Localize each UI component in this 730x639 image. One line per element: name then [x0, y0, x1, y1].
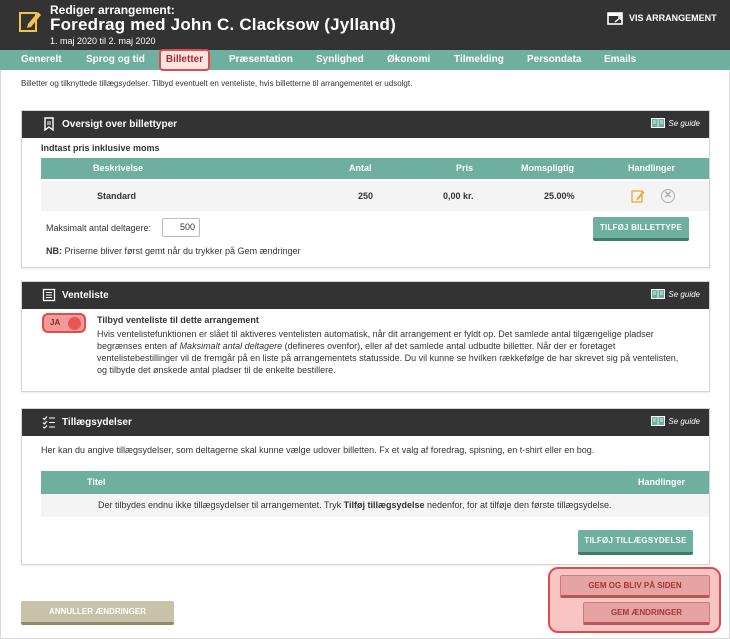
guide-label: Se guide — [668, 416, 700, 426]
table-row: Standard 250 0,00 kr. 25.00% ✕ — [41, 181, 709, 211]
book-icon — [651, 416, 666, 426]
list-icon — [42, 288, 56, 302]
panel-title: Oversigt over billettyper — [62, 119, 178, 130]
empty-text-1: Der tilbydes endnu ikke tillægsydelser t… — [98, 500, 344, 510]
addons-table-header: Titel Handlinger — [41, 471, 709, 494]
checklist-icon — [42, 416, 55, 429]
col-momspligtig: Momspligtig — [521, 163, 574, 173]
waitlist-toggle[interactable]: JA — [42, 313, 86, 333]
waitlist-text-em: Maksimalt antal deltagere — [179, 341, 283, 351]
tab-bar: Generelt Sprog og tid Billetter Præsenta… — [0, 49, 730, 71]
view-event-button[interactable]: VIS ARRANGEMENT — [607, 11, 717, 25]
note-text: Priserne bliver først gemt når du trykke… — [62, 246, 301, 256]
waitlist-description: Hvis ventelistefunktionen er slået til a… — [97, 328, 687, 376]
edit-note-icon — [19, 12, 41, 32]
panel-header: Tillægsydelser Se guide — [22, 409, 709, 436]
col-titel: Titel — [87, 477, 106, 487]
addons-panel: Tillægsydelser Se guide Her kan du angiv… — [21, 408, 710, 565]
cancel-changes-button[interactable]: ANNULLER ÆNDRINGER — [21, 601, 174, 625]
edit-icon[interactable] — [631, 189, 645, 203]
ticket-description: Standard — [97, 191, 137, 201]
add-ticket-type-button[interactable]: TILFØJ BILLETTYPE — [593, 217, 689, 241]
ticket-vat: 25.00% — [544, 191, 575, 201]
guide-link[interactable]: Se guide — [651, 289, 700, 299]
col-antal: Antal — [349, 163, 372, 173]
external-window-icon — [607, 12, 623, 25]
price-subhead: Indtast pris inklusive moms — [41, 143, 160, 153]
delete-icon[interactable]: ✕ — [661, 189, 675, 203]
price-note: NB: Priserne bliver først gemt når du tr… — [46, 246, 301, 256]
book-icon — [651, 289, 666, 299]
empty-text-2: nedenfor, for at tilføje den første till… — [424, 500, 612, 510]
guide-link[interactable]: Se guide — [651, 118, 700, 128]
book-icon — [651, 118, 666, 128]
event-dates: 1. maj 2020 til 2. maj 2020 — [50, 36, 156, 46]
tab-oekonomi[interactable]: Økonomi — [387, 50, 430, 70]
guide-link[interactable]: Se guide — [651, 416, 700, 426]
tab-generelt[interactable]: Generelt — [21, 50, 62, 70]
page-header: Rediger arrangement: Foredrag med John C… — [0, 0, 730, 50]
save-buttons-group: GEM OG BLIV PÅ SIDEN GEM ÆNDRINGER — [548, 567, 721, 633]
max-participants-input[interactable]: 500 — [162, 218, 200, 237]
toggle-label: JA — [50, 318, 61, 327]
col-handlinger: Handlinger — [628, 163, 676, 173]
save-and-stay-button[interactable]: GEM OG BLIV PÅ SIDEN — [560, 575, 710, 598]
tab-sprog-og-tid[interactable]: Sprog og tid — [86, 50, 145, 70]
ticket-price: 0,00 kr. — [443, 191, 474, 201]
empty-text-bold: Tilføj tillægsydelse — [343, 500, 425, 510]
ticket-quantity: 250 — [358, 191, 374, 201]
tab-praesentation[interactable]: Præsentation — [229, 50, 293, 70]
col-beskrivelse: Beskrivelse — [93, 163, 144, 173]
panel-header: Oversigt over billettyper Se guide — [22, 111, 709, 138]
ticket-types-panel: Oversigt over billettyper Se guide Indta… — [21, 110, 710, 268]
col-pris: Pris — [456, 163, 474, 173]
guide-label: Se guide — [668, 289, 700, 299]
ticket-icon — [44, 117, 54, 131]
tab-synlighed[interactable]: Synlighed — [316, 50, 364, 70]
guide-label: Se guide — [668, 118, 700, 128]
panel-header: Venteliste Se guide — [22, 282, 709, 309]
waitlist-heading: Tilbyd venteliste til dette arrangement — [97, 315, 259, 325]
tab-tilmelding[interactable]: Tilmelding — [454, 50, 504, 70]
col-handlinger: Handlinger — [638, 477, 686, 487]
note-prefix: NB: — [46, 246, 62, 256]
tab-persondata[interactable]: Persondata — [527, 50, 581, 70]
max-participants-label: Maksimalt antal deltagere: — [46, 223, 152, 233]
intro-text: Billetter og tilknyttede tillægsydelser.… — [21, 79, 413, 88]
save-changes-button[interactable]: GEM ÆNDRINGER — [583, 602, 710, 625]
tab-emails[interactable]: Emails — [604, 50, 636, 70]
addons-empty-message: Der tilbydes endnu ikke tillægsydelser t… — [41, 494, 709, 517]
view-event-label: VIS ARRANGEMENT — [629, 13, 717, 23]
toggle-knob — [68, 317, 81, 330]
add-addon-button[interactable]: TILFØJ TILLÆGSYDELSE — [578, 530, 693, 555]
waitlist-panel: Venteliste Se guide JA Tilbyd venteliste… — [21, 281, 710, 392]
page-title: Foredrag med John C. Clacksow (Jylland) — [50, 15, 396, 34]
tab-billetter[interactable]: Billetter — [159, 49, 210, 71]
panel-title: Venteliste — [62, 290, 109, 301]
addons-description: Her kan du angive tillægsydelser, som de… — [41, 445, 595, 455]
ticket-table-header: Beskrivelse Antal Pris Momspligtig Handl… — [41, 158, 709, 179]
panel-title: Tillægsydelser — [62, 417, 132, 428]
